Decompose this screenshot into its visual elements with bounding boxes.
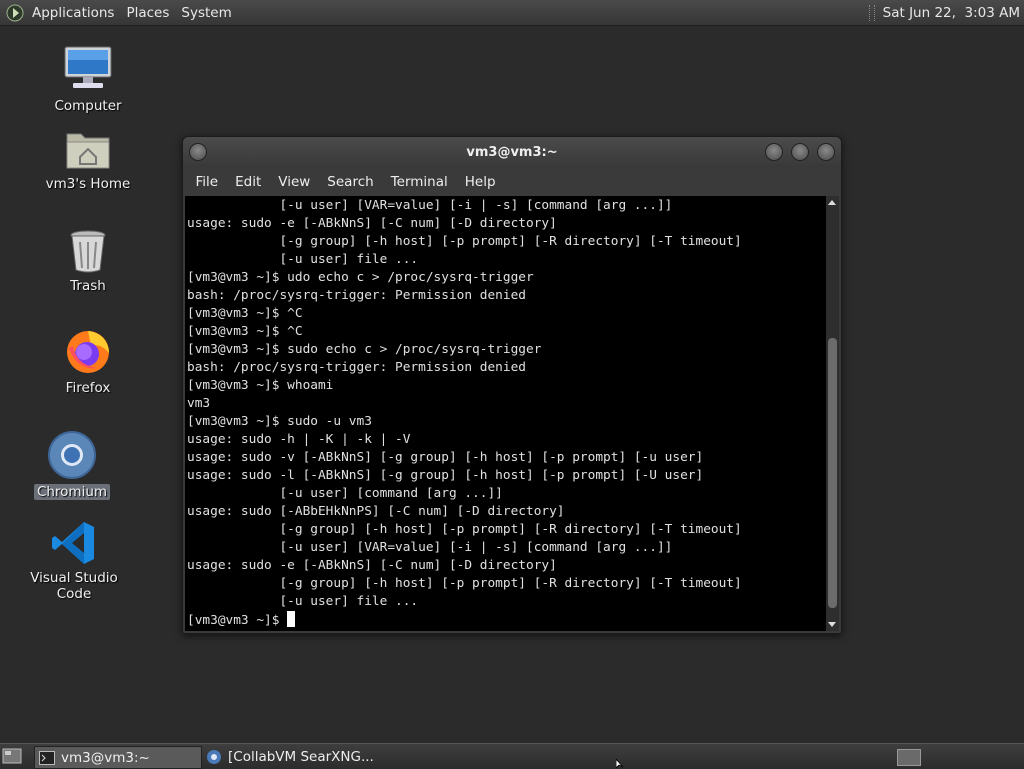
text-cursor [287, 611, 296, 627]
desktop-icon-computer[interactable]: Computer [28, 44, 148, 114]
terminal-line: [-g group] [-h host] [-p prompt] [-R dir… [187, 522, 742, 537]
minimize-button[interactable] [765, 143, 783, 161]
top-panel: Applications Places System Sat Jun 22, 3… [0, 0, 1024, 26]
clock-area: Sat Jun 22, 3:03 AM [868, 0, 1020, 25]
terminal-line: bash: /proc/sysrq-trigger: Permission de… [187, 288, 526, 303]
window-title: vm3@vm3:~ [466, 145, 558, 160]
menu-file[interactable]: File [187, 174, 227, 190]
clock[interactable]: Sat Jun 22, 3:03 AM [883, 5, 1020, 21]
browser-icon [207, 749, 221, 764]
desktop-icon-vscode[interactable]: Visual Studio Code [14, 520, 134, 602]
menu-search[interactable]: Search [319, 174, 382, 190]
bottom-panel: vm3@vm3:~ [CollabVM SearXNG... [0, 743, 1024, 769]
desktop-icon-trash[interactable]: Trash [28, 228, 148, 294]
terminal-line: usage: sudo [-ABbEHkNnPS] [-C num] [-D d… [187, 504, 565, 519]
scroll-up-arrow-icon[interactable] [828, 200, 836, 205]
terminal-line: [vm3@vm3 ~]$ sudo -u vm3 [187, 414, 372, 429]
terminal-prompt: [vm3@vm3 ~]$ [187, 613, 288, 628]
terminal-line: [vm3@vm3 ~]$ udo echo c > /proc/sysrq-tr… [187, 270, 534, 285]
terminal-line: [-u user] [command [arg ...]] [187, 486, 503, 501]
close-button[interactable] [817, 143, 835, 161]
taskbar-item-label: [CollabVM SearXNG... [228, 748, 374, 765]
desktop-icon-label: Computer [54, 98, 122, 114]
applications-menu[interactable]: Applications [26, 5, 120, 21]
desktop-icon-chromium[interactable]: Chromium [12, 430, 132, 500]
taskbar-item-label: vm3@vm3:~ [61, 749, 150, 766]
chromium-icon [48, 431, 96, 479]
show-desktop-icon[interactable] [2, 747, 22, 765]
trash-icon [70, 230, 106, 273]
applications-logo-icon[interactable] [6, 4, 24, 22]
desktop-icon-firefox[interactable]: Firefox [28, 326, 148, 396]
desktop-icon-label: vm3's Home [45, 176, 131, 192]
menu-view[interactable]: View [270, 174, 319, 190]
desktop-icon-label: Firefox [65, 380, 111, 396]
workspace-switcher[interactable] [897, 749, 921, 766]
terminal-menubar: File Edit View Search Terminal Help [183, 167, 841, 196]
vscode-icon [52, 522, 94, 564]
desktop-icon-home[interactable]: vm3's Home [28, 126, 148, 192]
terminal-line: usage: sudo -e [-ABkNnS] [-C num] [-D di… [187, 216, 557, 231]
terminal-icon [39, 750, 55, 765]
maximize-button[interactable] [791, 143, 809, 161]
terminal-line: [vm3@vm3 ~]$ whoami [187, 378, 334, 393]
menu-edit[interactable]: Edit [227, 174, 270, 190]
firefox-icon [67, 331, 109, 373]
desktop-icon-label: Trash [70, 278, 106, 294]
menu-help[interactable]: Help [456, 174, 504, 190]
top-menu: Applications Places System [26, 0, 238, 25]
terminal-line: [-u user] file ... [187, 252, 419, 267]
system-menu[interactable]: System [175, 5, 237, 21]
terminal-line: usage: sudo -h | -K | -k | -V [187, 432, 411, 447]
terminal-line: [vm3@vm3 ~]$ ^C [187, 324, 303, 339]
terminal-line: usage: sudo -l [-ABkNnS] [-g group] [-h … [187, 468, 704, 483]
menu-terminal[interactable]: Terminal [382, 174, 456, 190]
terminal-line: usage: sudo -e [-ABkNnS] [-C num] [-D di… [187, 558, 557, 573]
terminal-line: usage: sudo -v [-ABkNnS] [-g group] [-h … [187, 450, 704, 465]
taskbar-item-browser[interactable]: [CollabVM SearXNG... [202, 746, 382, 767]
terminal-line: [-u user] file ... [187, 594, 419, 609]
panel-handle [868, 4, 875, 21]
terminal-line: [-u user] [VAR=value] [-i | -s] [command… [187, 198, 673, 213]
terminal-output[interactable]: [-u user] [VAR=value] [-i | -s] [command… [185, 196, 826, 631]
terminal-line: vm3 [187, 396, 211, 411]
terminal-lines: [-u user] [VAR=value] [-i | -s] [command… [185, 196, 826, 630]
window-titlebar[interactable]: vm3@vm3:~ [183, 137, 841, 167]
terminal-line: [-g group] [-h host] [-p prompt] [-R dir… [187, 234, 742, 249]
terminal-line: [-g group] [-h host] [-p prompt] [-R dir… [187, 576, 742, 591]
taskbar-item-terminal[interactable]: vm3@vm3:~ [34, 746, 202, 769]
terminal-line: bash: /proc/sysrq-trigger: Permission de… [187, 360, 526, 375]
terminal-line: [vm3@vm3 ~]$ ^C [187, 306, 303, 321]
desktop-icon-label: Visual Studio Code [30, 570, 118, 602]
places-menu[interactable]: Places [120, 5, 175, 21]
desktop-icon-label: Chromium [33, 484, 111, 500]
terminal-scrollbar[interactable] [826, 196, 839, 631]
terminal-line: [-u user] [VAR=value] [-i | -s] [command… [187, 540, 673, 555]
terminal-line: [vm3@vm3 ~]$ sudo echo c > /proc/sysrq-t… [187, 342, 542, 357]
computer-icon [64, 46, 112, 88]
home-folder-icon [66, 133, 110, 169]
scrollbar-thumb[interactable] [828, 338, 837, 608]
terminal-prompt-line[interactable]: [vm3@vm3 ~]$ [187, 611, 826, 630]
terminal-window[interactable]: vm3@vm3:~ File Edit View Search Terminal… [182, 136, 842, 634]
scroll-down-arrow-icon[interactable] [828, 622, 836, 627]
